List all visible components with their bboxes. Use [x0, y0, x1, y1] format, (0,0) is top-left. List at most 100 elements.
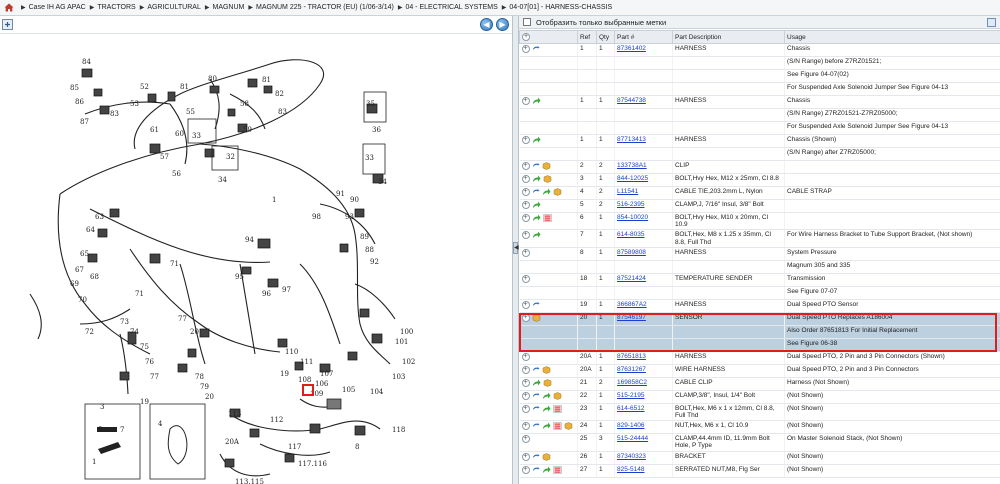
table-row[interactable]: +22 1 515-2195 CLAMP,3/8", Insul, 1/4" Bolt… [519, 390, 1000, 404]
table-row[interactable]: For Suspended Axle Solenoid Jumper See F… [519, 121, 1000, 135]
part-number-link[interactable]: 133738A1 [617, 162, 647, 169]
table-row[interactable]: Also Order 87651813 For Initial Replacem… [519, 325, 1000, 339]
add-to-cart-icon[interactable]: + [521, 313, 530, 322]
table-row[interactable]: +20 1 87546197 SENSOR Dual Speed PTO Replace… [519, 312, 1000, 326]
breadcrumb-item[interactable]: MAGNUM 225 - TRACTOR (EU) (1/06-3/14) [256, 4, 394, 11]
info-icon[interactable] [532, 45, 540, 53]
add-to-cart-icon[interactable]: + [521, 435, 530, 444]
add-to-cart-icon[interactable]: + [521, 231, 530, 240]
price-list-icon[interactable] [542, 214, 552, 222]
part-number-link[interactable]: 515-24444 [617, 435, 648, 442]
info-icon[interactable] [532, 422, 540, 430]
add-to-cart-icon[interactable]: + [521, 97, 530, 105]
column-header-part[interactable]: Part # [614, 30, 673, 44]
part-number-link[interactable]: 515-2195 [617, 392, 644, 399]
table-row[interactable]: +4 2 L11541 CABLE TIE,203.2mm L, Nylon CABLE… [519, 186, 1000, 200]
info-icon[interactable] [532, 301, 540, 309]
part-number-link[interactable]: 366867A2 [617, 301, 647, 308]
part-number-link[interactable]: 87546197 [617, 314, 646, 321]
info-icon[interactable] [532, 405, 540, 413]
add-to-cart-icon[interactable]: + [521, 188, 530, 196]
column-header-qty[interactable]: Qty [596, 30, 615, 44]
add-to-cart-icon[interactable]: + [521, 391, 530, 400]
part-number-link[interactable]: 87361402 [617, 45, 646, 52]
breadcrumb-item[interactable]: 04 - ELECTRICAL SYSTEMS [405, 4, 497, 11]
table-row[interactable]: +1 1 87713413 HARNESS Chassis (Shown) [519, 134, 1000, 148]
panel-splitter[interactable]: ◀ [512, 16, 519, 484]
table-row[interactable]: +18 1 87521424 TEMPERATURE SENDER Transmissi… [519, 273, 1000, 287]
zoom-icon[interactable] [2, 19, 13, 30]
table-row[interactable]: +25 3 515-24444 CLAMP,44.4mm ID, 11.9mm Bol… [519, 433, 1000, 452]
table-row[interactable]: +1 1 87361402 HARNESS Chassis [519, 43, 1000, 57]
info-icon[interactable] [532, 162, 540, 170]
add-to-cart-icon[interactable]: + [521, 175, 530, 183]
column-header-usage[interactable]: Usage [784, 30, 1000, 44]
table-row[interactable]: +8 1 87589808 HARNESS System Pressure [519, 247, 1000, 261]
price-list-icon[interactable] [552, 465, 562, 474]
go-to-figure-icon[interactable] [532, 231, 541, 239]
selected-callout-marker[interactable] [302, 384, 314, 396]
package-icon[interactable] [543, 175, 552, 183]
part-number-link[interactable]: 516-2395 [617, 201, 644, 208]
package-icon[interactable] [542, 366, 551, 374]
add-to-cart-icon[interactable]: + [521, 452, 530, 461]
collapse-arrow-icon[interactable]: ◀ [513, 242, 519, 254]
part-number-link[interactable]: 87651813 [617, 353, 646, 360]
table-row[interactable]: (S/N Range) before Z7RZ01521; [519, 56, 1000, 70]
expand-panel-button[interactable] [987, 18, 996, 27]
add-to-cart-icon[interactable]: + [521, 378, 530, 387]
package-icon[interactable] [542, 452, 551, 461]
table-row[interactable]: +19 1 366867A2 HARNESS Dual Speed PTO Sensor [519, 299, 1000, 313]
table-row[interactable]: See Figure 04-07(02) [519, 69, 1000, 83]
info-icon[interactable] [532, 392, 540, 400]
add-to-cart-icon[interactable]: + [521, 422, 530, 431]
part-number-link[interactable]: 844-12025 [617, 175, 648, 182]
part-number-link[interactable]: 87631267 [617, 366, 646, 373]
package-icon[interactable] [553, 188, 562, 196]
add-to-cart-icon[interactable]: + [521, 214, 530, 222]
part-number-link[interactable]: 87544738 [617, 97, 646, 104]
table-row[interactable]: +7 1 614-8035 BOLT,Hex, M8 x 1.25 x 35mm, C… [519, 229, 1000, 248]
info-icon[interactable] [532, 453, 540, 461]
table-row[interactable]: Magnum 305 and 335 [519, 260, 1000, 274]
table-row[interactable]: +26 1 87340323 BRACKET (Not Shown) [519, 451, 1000, 465]
table-row[interactable]: +6 1 854-10020 BOLT,Hvy Hex, M10 x 20mm, Cl… [519, 212, 1000, 231]
add-to-cart-icon[interactable]: + [521, 300, 530, 309]
table-row[interactable]: (S/N Range) after Z7RZ05000; [519, 147, 1000, 161]
package-icon[interactable] [564, 422, 573, 430]
table-row[interactable]: (S/N Range) Z7RZ01521-Z7RZ05000; [519, 108, 1000, 122]
add-to-cart-icon[interactable]: + [521, 45, 530, 53]
table-row[interactable]: +1 1 87544738 HARNESS Chassis [519, 95, 1000, 109]
add-all-icon[interactable]: + [522, 33, 530, 41]
part-number-link[interactable]: 169858C2 [617, 379, 647, 386]
table-row[interactable]: +23 1 614-6512 BOLT,Hex, M6 x 1 x 12mm, Cl … [519, 403, 1000, 422]
go-to-figure-icon[interactable] [542, 188, 551, 196]
table-row[interactable]: +20A 1 87651813 HARNESS Dual Speed PTO, 2 Pi… [519, 351, 1000, 365]
show-selected-only-checkbox[interactable] [523, 18, 531, 26]
table-row[interactable]: +27 1 825-5148 SERRATED NUT,M8, Flg Ser (Not… [519, 464, 1000, 478]
price-list-icon[interactable] [552, 405, 562, 413]
table-row[interactable]: +2 2 133738A1 CLIP [519, 160, 1000, 174]
part-number-link[interactable]: 87340323 [617, 453, 646, 460]
go-to-figure-icon[interactable] [542, 422, 551, 430]
table-row[interactable]: +21 2 169858C2 CABLE CLIP Harness (Not Shown… [519, 377, 1000, 391]
go-to-figure-icon[interactable] [542, 466, 551, 474]
package-icon[interactable] [553, 392, 562, 400]
add-to-cart-icon[interactable]: + [521, 136, 530, 144]
breadcrumb-item[interactable]: Case IH AG APAC [29, 4, 86, 11]
go-to-figure-icon[interactable] [542, 405, 551, 413]
add-to-cart-icon[interactable]: + [521, 274, 530, 283]
table-row[interactable]: +24 1 829-1406 NUT,Hex, M6 x 1, Cl 10.9 (Not… [519, 420, 1000, 435]
part-number-link[interactable]: 614-6512 [617, 405, 644, 412]
go-to-figure-icon[interactable] [532, 379, 541, 387]
add-to-cart-icon[interactable]: + [521, 365, 530, 374]
part-number-link[interactable]: 854-10020 [617, 214, 648, 221]
go-to-figure-icon[interactable] [542, 392, 551, 400]
table-row[interactable]: +20A 1 87631267 WIRE HARNESS Dual Speed PTO,… [519, 364, 1000, 378]
table-row[interactable]: +3 1 844-12025 BOLT,Hvy Hex, M12 x 25mm, Cl… [519, 173, 1000, 187]
part-number-link[interactable]: 87521424 [617, 275, 646, 282]
table-row[interactable]: See Figure 06-38 [519, 338, 1000, 352]
part-number-link[interactable]: 614-8035 [617, 231, 644, 238]
package-icon[interactable] [543, 379, 552, 387]
add-to-cart-icon[interactable]: + [521, 465, 530, 474]
